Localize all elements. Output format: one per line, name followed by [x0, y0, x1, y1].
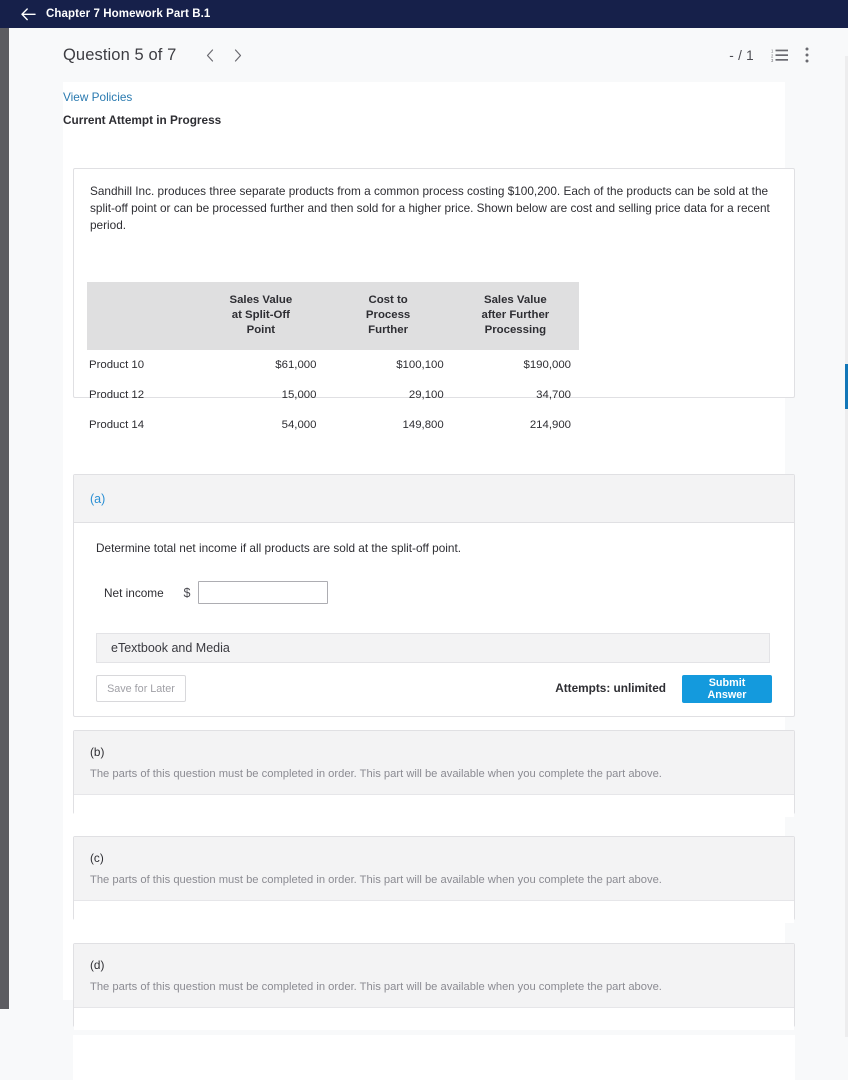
table-row: Product 12 15,000 29,100 34,700	[87, 380, 579, 410]
cell-process-further: $100,100	[396, 359, 444, 371]
app-topbar: Chapter 7 Homework Part B.1	[0, 0, 848, 28]
hdr-line-2: Process	[365, 309, 411, 321]
cell-split-off: 15,000	[281, 389, 317, 401]
table-header-after-processing: Sales Value after Further Processing	[452, 282, 579, 350]
table-header-split-off: Sales Value at Split-Off Point	[197, 282, 324, 350]
back-arrow-icon[interactable]	[20, 6, 36, 22]
score-display: - / 1	[729, 47, 754, 63]
prev-question-button[interactable]	[196, 41, 224, 69]
kebab-menu-icon[interactable]	[805, 47, 809, 63]
hdr-line-3: Further	[368, 324, 409, 336]
attempt-status: Current Attempt in Progress	[63, 113, 222, 127]
submit-answer-button[interactable]: Submit Answer	[682, 675, 772, 703]
cell-process-further: 149,800	[402, 419, 444, 431]
row-label: Product 12	[89, 389, 145, 401]
cost-data-table: Sales Value at Split-Off Point Cost to P…	[87, 282, 579, 440]
part-c-letter: (c)	[90, 851, 104, 865]
net-income-label: Net income	[104, 585, 164, 600]
part-d-letter: (d)	[90, 958, 105, 972]
net-income-input[interactable]	[198, 581, 328, 604]
cell-process-further: 29,100	[408, 389, 444, 401]
table-header-blank	[87, 282, 197, 350]
part-d-locked-message: The parts of this question must be compl…	[90, 981, 662, 993]
page-surface: Question 5 of 7 - / 1 1 2 3 View Policie…	[9, 28, 848, 1080]
table-header: Sales Value at Split-Off Point Cost to P…	[87, 282, 579, 350]
part-a-letter: (a)	[90, 491, 106, 506]
part-c-header: (c) The parts of this question must be c…	[74, 837, 794, 901]
problem-statement-card: Sandhill Inc. produces three separate pr…	[73, 168, 795, 431]
table-row: Product 10 $61,000 $100,100 $190,000	[87, 350, 579, 380]
etextbook-label: eTextbook and Media	[111, 641, 230, 655]
part-b-footer	[74, 795, 794, 817]
attempts-label: Attempts: unlimited	[555, 681, 666, 695]
part-b-locked-message: The parts of this question must be compl…	[90, 768, 662, 780]
table-header-process-further: Cost to Process Further	[324, 282, 451, 350]
cell-after-processing: 34,700	[536, 389, 571, 401]
hdr-line-3: Processing	[484, 324, 547, 336]
part-a-header: (a)	[74, 475, 794, 523]
part-c-footer	[74, 901, 794, 923]
next-question-button[interactable]	[224, 41, 252, 69]
hdr-line-1: Sales Value	[229, 294, 293, 306]
etextbook-and-media-button[interactable]: eTextbook and Media	[96, 633, 770, 663]
part-a-card: (a) Determine total net income if all pr…	[73, 474, 795, 717]
hdr-line-1: Cost to	[368, 294, 408, 306]
table-header-row: Sales Value at Split-Off Point Cost to P…	[87, 282, 579, 350]
part-d-header: (d) The parts of this question must be c…	[74, 944, 794, 1008]
app-title: Chapter 7 Homework Part B.1	[46, 8, 211, 20]
part-b-card: (b) The parts of this question must be c…	[73, 730, 795, 817]
view-policies-link[interactable]: View Policies	[63, 90, 132, 104]
question-header-actions: - / 1 1 2 3	[729, 47, 809, 63]
part-d-footer	[74, 1008, 794, 1030]
table-row: Product 14 54,000 149,800 214,900	[87, 410, 579, 440]
hdr-line-2: after Further	[481, 309, 550, 321]
cell-split-off: $61,000	[275, 359, 317, 371]
hdr-line-2: at Split-Off	[231, 309, 290, 321]
left-edge-rail	[0, 28, 9, 1009]
problem-text: Sandhill Inc. produces three separate pr…	[90, 184, 770, 232]
content-tail-strip	[73, 1035, 795, 1080]
part-b-header: (b) The parts of this question must be c…	[74, 731, 794, 795]
part-c-card: (c) The parts of this question must be c…	[73, 836, 795, 923]
cell-after-processing: $190,000	[523, 359, 571, 371]
row-label: Product 10	[89, 359, 145, 371]
save-for-later-button[interactable]: Save for Later	[96, 675, 186, 702]
part-a-prompt: Determine total net income if all produc…	[96, 541, 462, 555]
part-b-letter: (b)	[90, 745, 105, 759]
row-label: Product 14	[89, 419, 145, 431]
hdr-line-3: Point	[246, 324, 276, 336]
numbered-list-icon[interactable]: 1 2 3	[771, 48, 788, 62]
page-title: Question 5 of 7	[63, 45, 177, 64]
table-body: Product 10 $61,000 $100,100 $190,000 Pro…	[87, 350, 579, 440]
question-header: Question 5 of 7 - / 1 1 2 3	[9, 28, 839, 82]
part-d-card: (d) The parts of this question must be c…	[73, 943, 795, 1030]
cell-split-off: 54,000	[281, 419, 317, 431]
hdr-line-1: Sales Value	[484, 294, 547, 306]
cell-after-processing: 214,900	[529, 419, 571, 431]
svg-text:3: 3	[771, 58, 774, 62]
question-nav	[196, 41, 252, 69]
part-c-locked-message: The parts of this question must be compl…	[90, 874, 662, 886]
content-column: View Policies Current Attempt in Progres…	[63, 82, 795, 1080]
currency-symbol: $	[183, 585, 191, 600]
net-income-row: Net income $	[104, 581, 328, 604]
